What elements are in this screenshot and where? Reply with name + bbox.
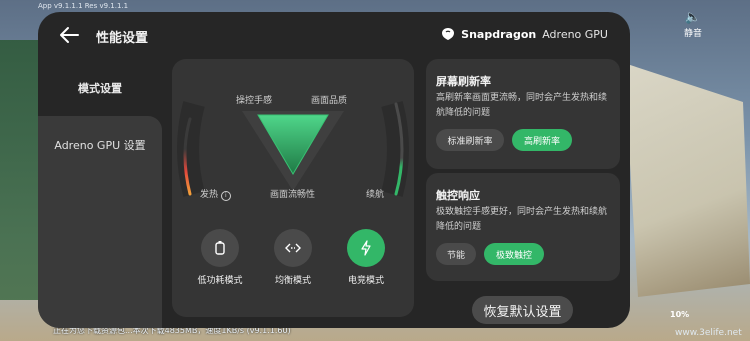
gauge-label-control: 操控手感 [236,96,273,106]
left-arc-track [177,101,205,197]
touch-response-card: 触控响应 极致触控手感更好，同时会产生发热和续航降低的问题 节能 极致触控 [426,173,620,281]
battery-icon [201,229,239,267]
sidebar: 模式设置 Adreno GPU 设置 [38,60,162,174]
brand-sub: Adreno GPU [542,27,608,41]
touch-description: 极致触控手感更好，同时会产生发热和续航降低的问题 [436,207,608,232]
page-title: 性能设置 [96,31,149,46]
touch-title: 触控响应 [436,189,480,202]
mode-buttons: 低功耗模式 均衡模式 电竞模式 [172,229,414,309]
sidebar-item-label: 模式设置 [78,82,122,95]
gauge-label-smoothness: 画面流畅性 [270,190,316,200]
mode-label: 电竞模式 [347,276,384,286]
watermark: www.3elife.net [675,328,742,338]
version-info: App v9.1.1.1 Res v9.1.1.1 [38,2,129,10]
performance-settings-panel: 性能设置 Snapdragon Adreno GPU 模式设置 Adreno G… [38,12,630,328]
touch-option-extreme[interactable]: 极致触控 [484,243,544,265]
refresh-option-standard[interactable]: 标准刷新率 [436,129,504,151]
gauge-label-quality: 画面品质 [311,96,348,106]
brand-name: Snapdragon [461,27,537,41]
mute-label: 静音 [683,29,702,39]
refresh-rate-card: 屏幕刷新率 高刷新率画面更流畅，同时会产生发热和续航降低的问题 标准刷新率 高刷… [426,59,620,169]
right-arc-track [381,101,409,197]
bolt-icon [347,229,385,267]
sidebar-item-adreno[interactable]: Adreno GPU 设置 [38,116,162,174]
refresh-option-high[interactable]: 高刷新率 [512,129,572,151]
touch-option-eco[interactable]: 节能 [436,243,476,265]
mode-esports[interactable]: 电竞模式 [336,229,396,286]
mode-label: 低功耗模式 [197,276,243,286]
balance-icon [274,229,312,267]
info-icon[interactable]: i [220,191,231,201]
refresh-description: 高刷新率画面更流畅，同时会产生发热和续航降低的问题 [436,93,608,118]
sidebar-background [38,174,162,328]
gauge-label-heat: 发热 i [200,187,231,201]
snapdragon-logo-icon [442,28,455,40]
mode-balanced[interactable]: 均衡模式 [263,229,323,286]
sidebar-item-mode[interactable]: 模式设置 [38,60,162,116]
mode-card: 操控手感 画面品质 画面流畅性 发热 i 续航 低功耗模式 均衡模式 电竞模式 [172,59,414,317]
back-arrow-icon[interactable] [58,26,80,44]
gauge-label-battery: 续航 [366,190,385,200]
background-ship [624,63,750,297]
mute-button[interactable]: 🔈 静音 [680,10,706,39]
mode-label: 均衡模式 [274,276,311,286]
sidebar-item-label: Adreno GPU 设置 [54,139,146,152]
brand-header: Snapdragon Adreno GPU [441,27,608,41]
restore-defaults-button[interactable]: 恢复默认设置 [472,296,573,324]
download-percent: 10% [670,310,690,319]
refresh-title: 屏幕刷新率 [436,75,491,88]
mode-low-power[interactable]: 低功耗模式 [190,229,250,286]
speaker-icon: 🔈 [684,10,702,25]
